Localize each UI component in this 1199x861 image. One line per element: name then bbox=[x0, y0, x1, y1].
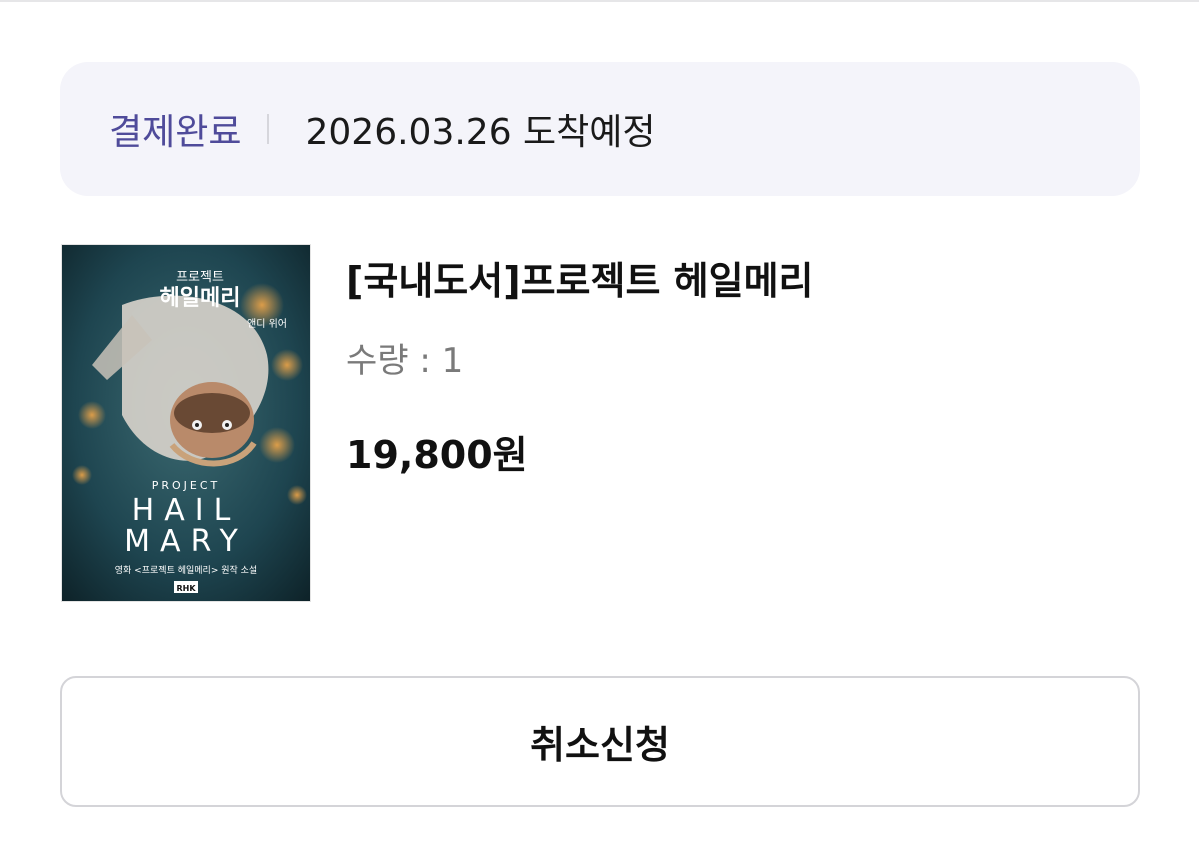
cover-publisher-logo: RHK bbox=[176, 584, 196, 593]
product-title[interactable]: [국내도서]프로젝트 헤일메리 bbox=[346, 250, 814, 305]
order-status-banner: 결제완료 2026.03.26 도착예정 bbox=[60, 62, 1140, 196]
product-price: 19,800원 bbox=[346, 433, 528, 477]
cover-author: 앤디 위어 bbox=[247, 317, 287, 330]
cancel-request-button[interactable]: 취소신청 bbox=[60, 676, 1140, 807]
book-cover-image[interactable]: 프로젝트 헤일메리 앤디 위어 PROJECT HAIL MARY 영화 <프로… bbox=[61, 244, 311, 602]
cover-project-label: PROJECT bbox=[152, 479, 221, 492]
cover-title-en-line1: HAIL bbox=[132, 493, 241, 528]
payment-status-label: 결제완료 bbox=[109, 112, 242, 153]
cover-title-small: 프로젝트 bbox=[176, 270, 224, 285]
status-separator bbox=[267, 114, 270, 144]
delivery-date-text: 2026.03.26 도착예정 bbox=[305, 112, 656, 153]
cover-title-ko: 헤일메리 bbox=[160, 286, 241, 311]
cover-tagline: 영화 <프로젝트 헤일메리> 원작 소설 bbox=[115, 564, 257, 576]
product-quantity: 수량 : 1 bbox=[346, 341, 464, 381]
top-divider bbox=[0, 0, 1199, 2]
cover-title-en-line2: MARY bbox=[124, 524, 248, 559]
